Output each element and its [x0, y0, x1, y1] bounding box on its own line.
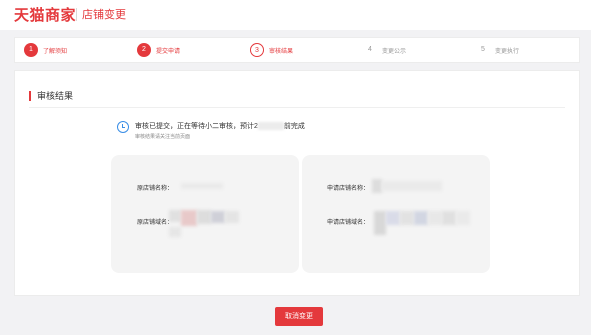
step-number: 5 — [481, 46, 485, 53]
step-label: 变更执行 — [495, 49, 520, 55]
mosaic-block — [442, 211, 456, 225]
step-2: 2 提交申请 — [128, 38, 241, 62]
clock-icon — [117, 121, 129, 133]
mosaic-block — [211, 211, 225, 223]
new-store-domain-value — [374, 211, 386, 235]
original-store-panel: 原店铺名称： 原店铺域名： — [111, 155, 299, 273]
step-label: 审核结果 — [269, 49, 294, 55]
new-store-name-value — [372, 179, 382, 193]
step-4: 4 变更公示 — [354, 38, 467, 62]
step-number: 3 — [250, 43, 264, 57]
mosaic-block — [428, 211, 442, 225]
audit-result-card: 审核结果 审核已提交，正在等待小二审核，预计2 前完成 审核结果请关注当前页面 原… — [14, 70, 580, 296]
mosaic-block — [400, 211, 414, 225]
tmall-merchant-logo[interactable]: 天猫商家 — [14, 4, 76, 25]
new-store-domain-label: 申请店铺域名： — [327, 220, 370, 226]
section-title: 审核结果 — [29, 91, 73, 101]
mosaic-block — [169, 227, 181, 237]
mosaic-block — [181, 210, 197, 226]
new-store-name-label: 申请店铺名称： — [327, 186, 370, 192]
step-number: 2 — [137, 43, 151, 57]
cancel-change-button[interactable]: 取消变更 — [275, 307, 323, 326]
step-5: 5 变更执行 — [467, 38, 580, 62]
step-number: 4 — [368, 46, 372, 53]
top-header: 天猫商家 店铺变更 — [0, 0, 591, 30]
original-store-domain-label: 原店铺域名： — [137, 220, 174, 226]
mosaic-block — [456, 211, 470, 225]
step-label: 了解须知 — [43, 49, 68, 55]
step-label: 变更公示 — [382, 49, 407, 55]
status-message-prefix: 审核已提交，正在等待小二审核，预计2 — [135, 123, 258, 130]
mosaic-block — [197, 210, 211, 224]
header-divider — [76, 8, 77, 21]
mosaic-block — [382, 181, 442, 191]
original-store-name-label: 原店铺名称： — [137, 186, 174, 192]
step-3: 3 审核结果 — [241, 38, 354, 62]
step-number: 1 — [24, 43, 38, 57]
new-store-panel: 申请店铺名称： 申请店铺域名： — [302, 155, 490, 273]
status-message-suffix: 前完成 — [283, 123, 305, 130]
status-hint: 审核结果请关注当前页面 — [135, 134, 191, 140]
original-store-name-value — [181, 183, 223, 189]
mosaic-block — [386, 211, 400, 225]
mosaic-block — [414, 211, 428, 225]
mosaic-block — [225, 211, 239, 223]
page-title: 店铺变更 — [82, 9, 126, 21]
status-message: 审核已提交，正在等待小二审核，预计2 前完成 — [135, 121, 305, 131]
progress-steps: 1 了解须知 2 提交申请 3 审核结果 4 变更公示 5 变更执行 — [14, 37, 580, 63]
redacted-time — [257, 122, 284, 131]
section-divider — [29, 107, 565, 108]
step-1: 1 了解须知 — [15, 38, 128, 62]
original-store-domain-value — [169, 210, 181, 222]
step-label: 提交申请 — [156, 49, 181, 55]
